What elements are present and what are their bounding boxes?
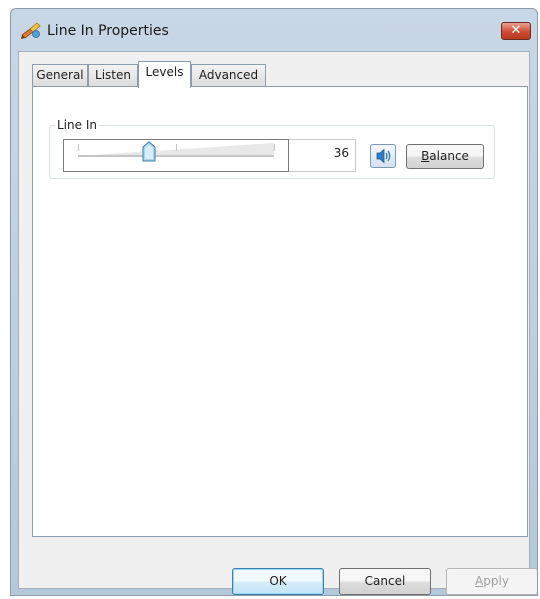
ok-button[interactable]: OK: [232, 568, 324, 595]
volume-slider[interactable]: [63, 139, 289, 172]
tab-levels[interactable]: Levels: [138, 61, 191, 88]
levels-tab-panel: Line In 36 Balance: [32, 86, 528, 537]
slider-tick: [78, 144, 79, 151]
volume-value: 36: [289, 139, 356, 172]
properties-window: Line In Properties ✕ General Listen Leve…: [10, 8, 538, 596]
tab-listen[interactable]: Listen: [88, 64, 138, 86]
speaker-icon: [376, 148, 391, 164]
tab-general[interactable]: General: [32, 64, 88, 86]
line-in-group: Line In 36 Balance: [49, 117, 495, 179]
slider-track: [78, 155, 274, 157]
cancel-button[interactable]: Cancel: [339, 568, 431, 595]
balance-label-rest: alance: [429, 149, 469, 163]
group-label: Line In: [55, 117, 99, 133]
speaker-pen-icon: [20, 21, 42, 41]
mute-button[interactable]: [370, 144, 396, 168]
apply-label-rest: pply: [483, 574, 509, 588]
slider-tick: [176, 144, 177, 151]
slider-tick: [274, 144, 275, 151]
slider-thumb[interactable]: [142, 141, 156, 162]
window-title: Line In Properties: [47, 23, 169, 39]
dialog-client-area: General Listen Levels Advanced Line In 3…: [18, 51, 537, 595]
apply-button[interactable]: Apply: [446, 568, 537, 595]
close-button[interactable]: ✕: [501, 22, 531, 40]
balance-button[interactable]: Balance: [406, 144, 484, 169]
tab-advanced[interactable]: Advanced: [191, 64, 266, 86]
title-bar[interactable]: Line In Properties ✕: [11, 9, 537, 51]
